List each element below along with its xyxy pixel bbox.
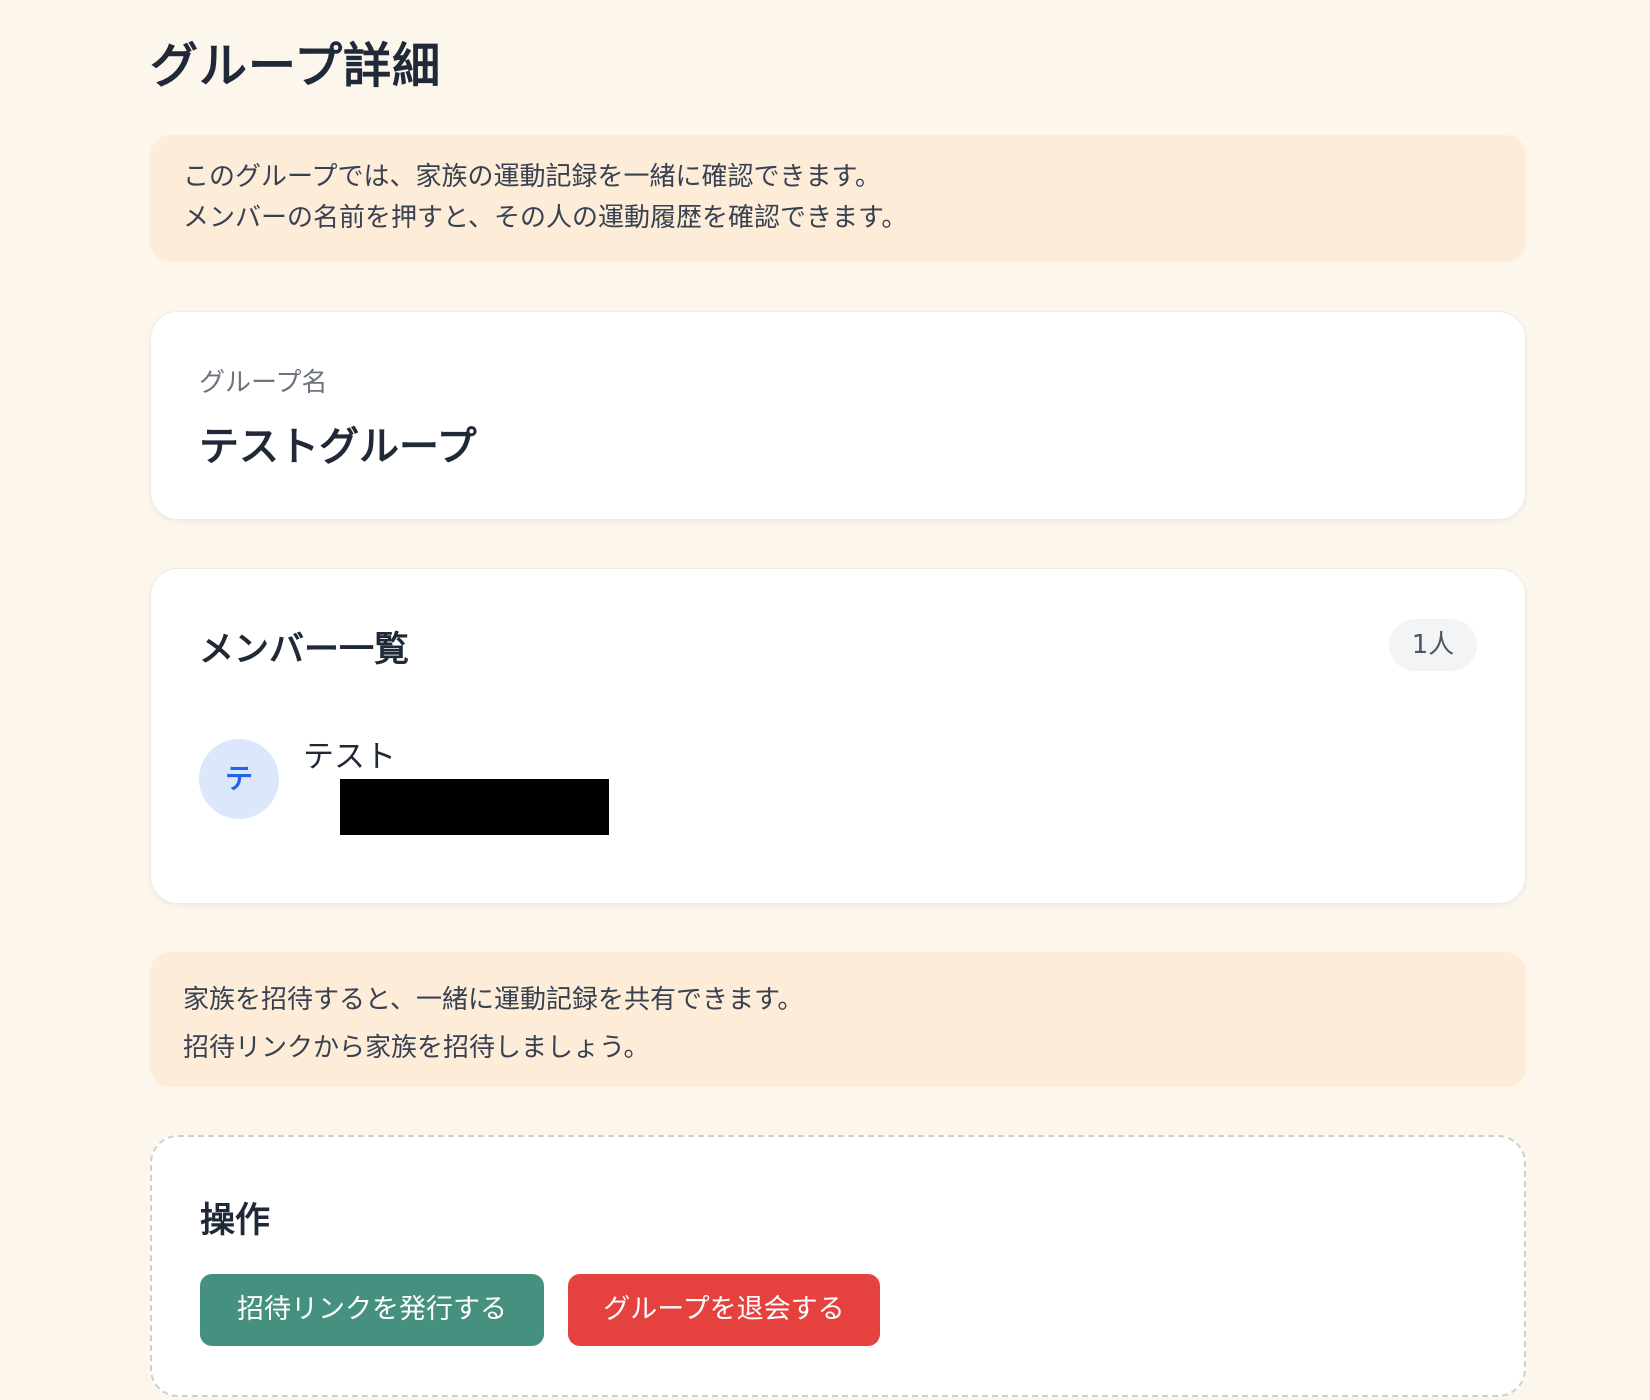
members-card: メンバー一覧 1人 テ テスト <box>150 568 1526 904</box>
member-count-badge: 1人 <box>1389 619 1477 671</box>
page-title: グループ詳細 <box>150 38 442 94</box>
member-list-item[interactable]: テ テスト <box>199 739 1099 839</box>
member-name[interactable]: テスト <box>303 731 396 776</box>
group-info-card: グループ名 テストグループ <box>150 311 1526 520</box>
leave-group-button[interactable]: グループを退会する <box>568 1274 880 1346</box>
redacted-member-detail <box>340 779 609 835</box>
avatar: テ <box>199 739 279 819</box>
issue-invite-link-button[interactable]: 招待リンクを発行する <box>200 1274 544 1346</box>
group-name: テストグループ <box>199 424 477 470</box>
actions-card: 操作 招待リンクを発行する グループを退会する <box>150 1135 1526 1397</box>
intro-notice: このグループでは、家族の運動記録を一緒に確認できます。 メンバーの名前を押すと、… <box>150 135 1526 262</box>
members-title: メンバー一覧 <box>199 630 410 670</box>
invite-notice-line-2: 招待リンクから家族を招待しましょう。 <box>183 1033 650 1063</box>
group-name-label: グループ名 <box>199 368 328 398</box>
invite-notice-line-1: 家族を招待すると、一緒に運動記録を共有できます。 <box>183 985 804 1015</box>
intro-notice-line-2: メンバーの名前を押すと、その人の運動履歴を確認できます。 <box>183 203 908 233</box>
actions-title: 操作 <box>200 1201 271 1241</box>
invite-notice: 家族を招待すると、一緒に運動記録を共有できます。 招待リンクから家族を招待しまし… <box>150 952 1526 1087</box>
intro-notice-line-1: このグループでは、家族の運動記録を一緒に確認できます。 <box>183 162 881 192</box>
